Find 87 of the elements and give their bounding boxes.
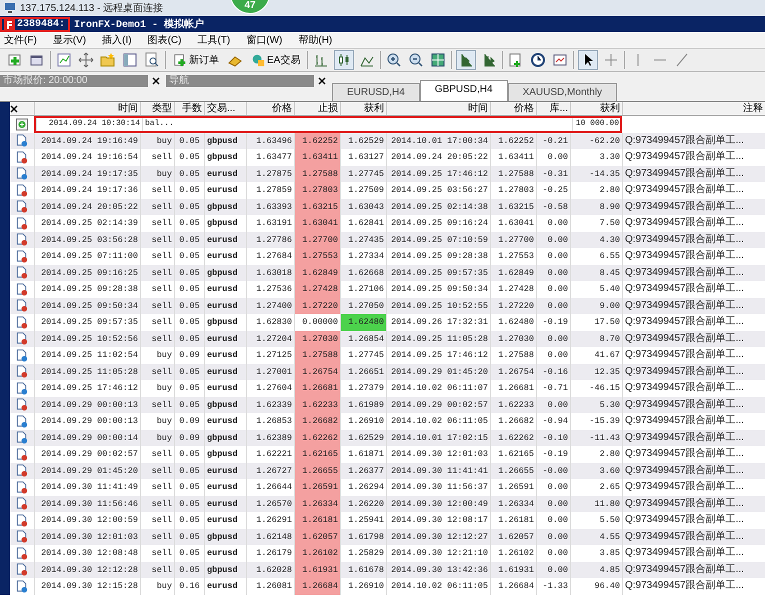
new-order-button[interactable]: 新订单 (170, 50, 222, 70)
table-cell: 1.27588 (294, 347, 340, 364)
panel-icon[interactable] (121, 51, 139, 69)
plus-document-icon (173, 53, 187, 67)
column-header[interactable]: 时间 (386, 102, 490, 115)
menu-item[interactable]: 显示(V) (52, 33, 86, 47)
close-icon[interactable] (10, 104, 18, 112)
column-header[interactable]: 注释 (622, 102, 765, 115)
column-header[interactable]: 价格 (246, 102, 294, 115)
table-cell: 1.26334 (294, 496, 340, 512)
table-cell: 1.26682 (294, 413, 340, 430)
table-cell: 1.26591 (294, 479, 340, 496)
window-title: 137.175.124.113 - 远程桌面连接 (20, 2, 164, 15)
column-header[interactable]: 类型 (140, 102, 174, 115)
table-cell: 1.62233 (294, 396, 340, 413)
count-badge: 47 (230, 0, 270, 14)
chart-tab[interactable]: XAUUSD,Monthly (508, 83, 618, 101)
column-header[interactable]: 库... (536, 102, 570, 115)
table-cell: 1.26655 (294, 462, 340, 479)
table-cell: 1.63215 (294, 198, 340, 215)
account-number: 2389484: (17, 18, 66, 30)
remote-desktop-icon (4, 2, 16, 14)
table-cell: 1.62057 (294, 528, 340, 545)
tile-windows-icon[interactable] (429, 51, 448, 69)
zoom-in-icon[interactable] (385, 51, 404, 69)
panel-title-bar: 市场报价: 20:00:00 (0, 75, 148, 87)
menu-item[interactable]: 图表(C) (148, 33, 182, 47)
column-header[interactable]: 交易... (204, 102, 246, 115)
panel-title-bar: 导航 (166, 75, 314, 87)
table-cell: 2014.10.02 06:11:05 (386, 578, 490, 594)
table-cell: 96.40 (570, 578, 622, 594)
expert-advisors-button[interactable]: EA交易 (248, 50, 304, 70)
table-cell: buy (140, 578, 174, 594)
table-cell: 1.27700 (294, 232, 340, 248)
chart-window-icon[interactable] (55, 51, 73, 69)
column-header[interactable]: 止损 (294, 102, 340, 115)
table-cell: 1.26681 (294, 380, 340, 396)
close-icon[interactable] (318, 77, 326, 85)
table-cell: Q:973499457跟合副单工... (622, 578, 765, 594)
table-cell: 1.27803 (294, 182, 340, 198)
table-cell: 1.62165 (294, 446, 340, 462)
four-arrows-icon[interactable] (77, 51, 95, 69)
table-cell: 1.26684 (294, 578, 340, 594)
table-cell: 1.63041 (294, 215, 340, 232)
table-cell: 1.26181 (294, 512, 340, 528)
table-cell: 1.26910 (340, 578, 386, 594)
table-cell: 0.16 (174, 578, 204, 594)
table-cell: 1.26102 (294, 545, 340, 562)
close-icon[interactable] (152, 77, 160, 85)
column-header[interactable]: 时间 (34, 102, 140, 115)
table-cell: 1.27220 (294, 298, 340, 314)
menu-item[interactable]: 插入(I) (102, 33, 132, 47)
menu-item[interactable]: 工具(T) (197, 33, 230, 47)
table-cell: 1.62849 (294, 264, 340, 281)
table-cell: 1.27588 (294, 166, 340, 182)
table-cell: 1.62252 (294, 132, 340, 149)
table-cell: 2014.09.30 12:15:28 (34, 578, 140, 594)
table-cell: 1.27428 (294, 281, 340, 298)
table-cell: 1.63411 (294, 149, 340, 166)
chart-tab[interactable]: EURUSD,H4 (332, 83, 420, 101)
folder-star-icon[interactable] (99, 51, 117, 69)
table-cell: 1.26684 (490, 578, 536, 594)
candlestick-icon[interactable] (334, 50, 354, 70)
table-cell: 1.26754 (294, 364, 340, 380)
table-cell: 1.62262 (294, 430, 340, 446)
table-cell: 1.62480 (340, 314, 386, 330)
column-header[interactable]: 获利 (340, 102, 386, 115)
menu-item[interactable]: 帮助(H) (298, 33, 332, 47)
chart-tab[interactable]: GBPUSD,H4 (420, 80, 508, 101)
menu-item[interactable]: 文件(F) (4, 33, 37, 47)
table-cell: bal... (142, 118, 176, 130)
cursor-icon[interactable] (578, 50, 598, 70)
zoom-out-icon[interactable] (407, 51, 426, 69)
column-header[interactable]: 手数 (174, 102, 204, 115)
account-server: IronFX-Demo1 - 模拟帐户 (74, 17, 204, 31)
table-cell: 1.27030 (294, 330, 340, 347)
column-header[interactable]: 价格 (490, 102, 536, 115)
table-cell: eurusd (204, 578, 246, 594)
clock-icon[interactable] (529, 51, 548, 69)
magnifier-page-icon[interactable] (143, 51, 161, 69)
column-header[interactable]: 获利 (570, 102, 622, 115)
table-cell: 10 000.00 (572, 118, 624, 130)
table-cell: 2014.09.24 10:30:14 (36, 118, 142, 130)
table-cell: 1.27553 (294, 248, 340, 264)
menu-item[interactable]: 窗口(W) (246, 33, 282, 47)
table-cell: 1.61931 (294, 562, 340, 578)
table-cell: -1.33 (536, 578, 570, 594)
